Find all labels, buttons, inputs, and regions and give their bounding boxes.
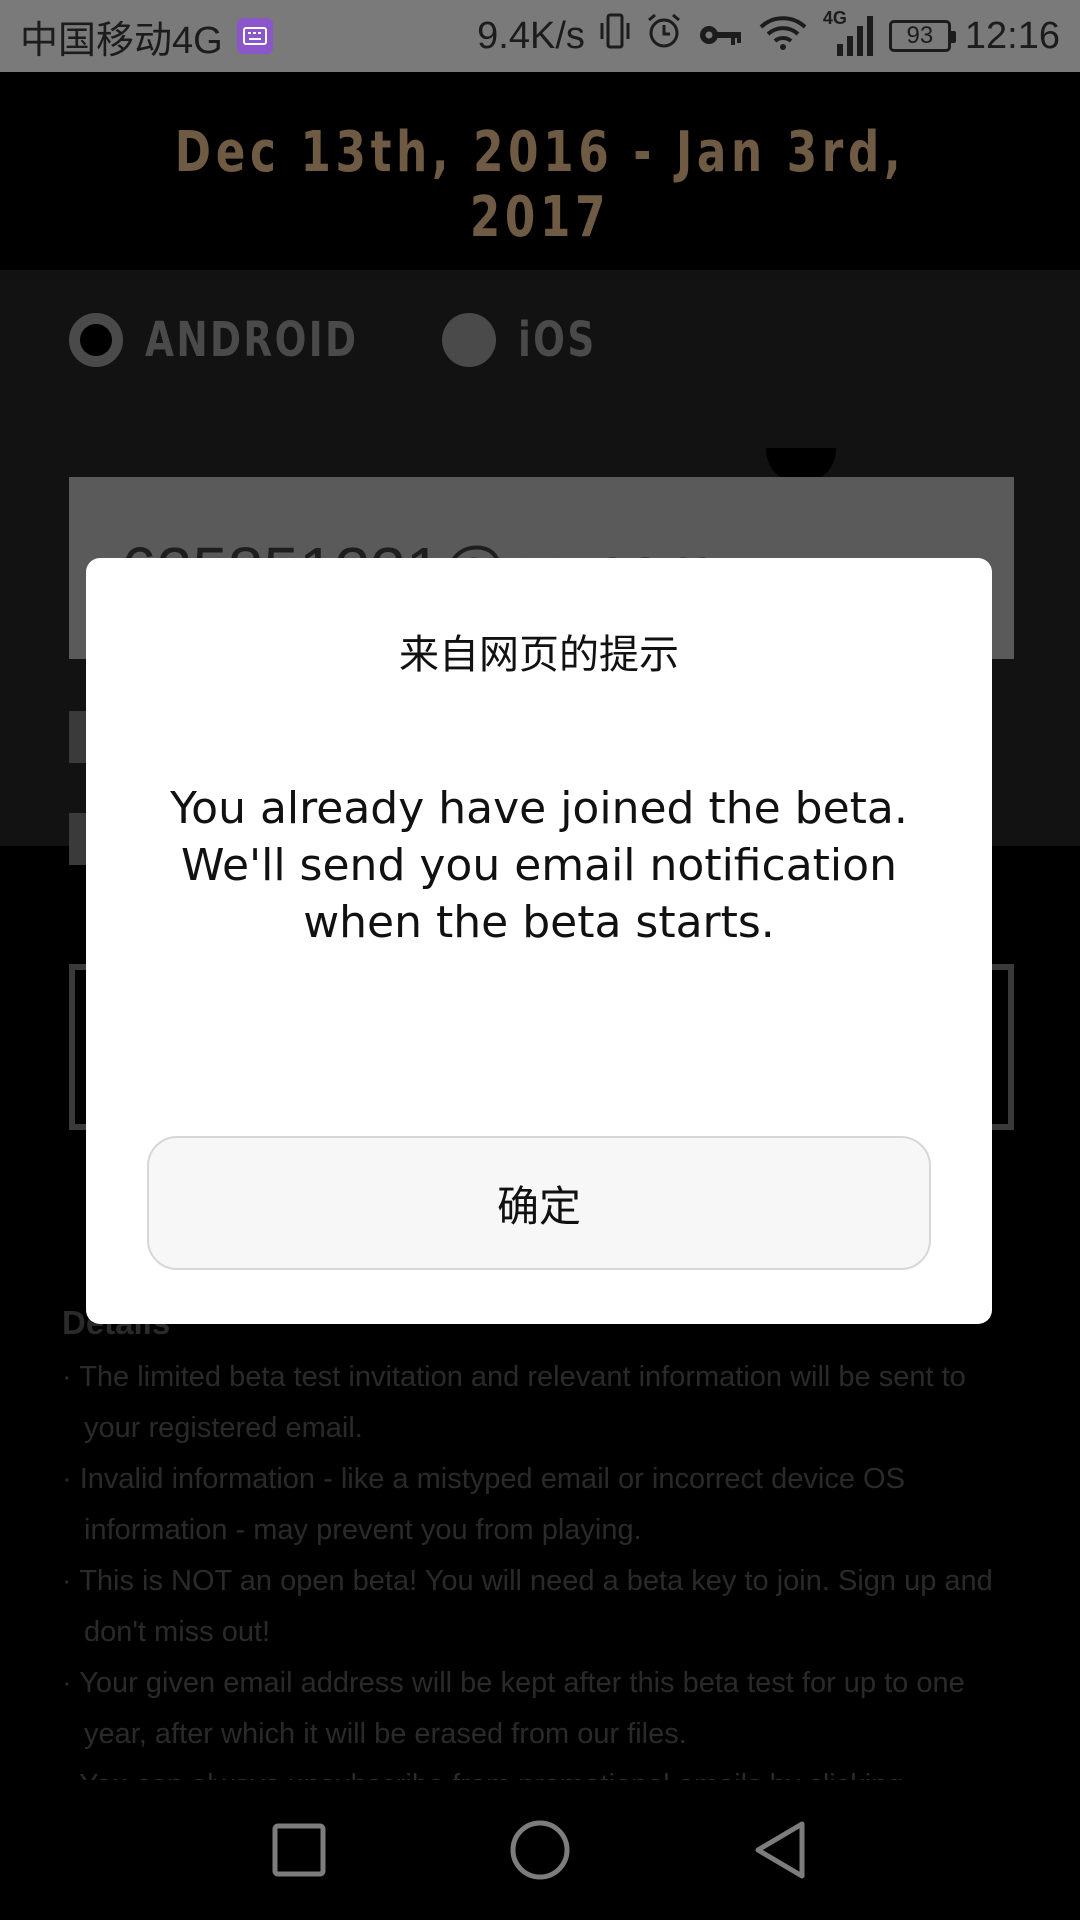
ios-label: iOS	[518, 312, 597, 368]
date-range: Dec 13th, 2016 - Jan 3rd, 2017	[174, 120, 906, 250]
signal-icon: 4G	[823, 8, 875, 58]
list-item: The limited beta test invitation and rel…	[62, 1352, 1022, 1454]
key-icon	[697, 15, 743, 58]
android-radio[interactable]	[69, 313, 123, 367]
list-item: Invalid information - like a mistyped em…	[62, 1454, 1022, 1556]
details-list: The limited beta test invitation and rel…	[62, 1352, 1022, 1811]
ok-button[interactable]: 确定	[147, 1136, 931, 1270]
android-label: ANDROID	[145, 312, 359, 368]
dialog-title: 来自网页的提示	[399, 632, 679, 678]
alert-dialog: 来自网页的提示 You already have joined the beta…	[86, 558, 992, 1324]
home-circle-icon[interactable]	[500, 1810, 580, 1890]
battery-icon: 93	[888, 20, 956, 52]
carrier-label: 中国移动4G	[20, 19, 223, 62]
recents-square-icon[interactable]	[259, 1810, 339, 1890]
vibrate-icon	[599, 11, 631, 61]
dialog-message: You already have joined the beta. We'll …	[170, 783, 908, 948]
navigation-bar	[0, 1780, 1080, 1920]
ios-radio[interactable]	[442, 313, 496, 367]
network-speed: 9.4K/s	[477, 14, 585, 57]
back-triangle-icon[interactable]	[740, 1810, 820, 1890]
list-item: Your given email address will be kept af…	[62, 1658, 1022, 1760]
date-banner: Dec 13th, 2016 - Jan 3rd, 2017	[0, 72, 1080, 270]
keyboard-icon	[236, 18, 273, 54]
alarm-icon	[645, 12, 683, 60]
platform-option-android[interactable]: ANDROID	[69, 312, 419, 368]
clock: 12:16	[964, 14, 1060, 57]
platform-option-ios[interactable]: iOS	[442, 312, 619, 368]
status-bar: 中国移动4G 9.4K/s 4G 93 12:16	[0, 0, 1080, 72]
battery-level: 93	[906, 22, 934, 49]
wifi-icon	[757, 11, 809, 61]
list-item: This is NOT an open beta! You will need …	[62, 1556, 1022, 1658]
details-section: Details The limited beta test invitation…	[62, 1297, 1022, 1811]
